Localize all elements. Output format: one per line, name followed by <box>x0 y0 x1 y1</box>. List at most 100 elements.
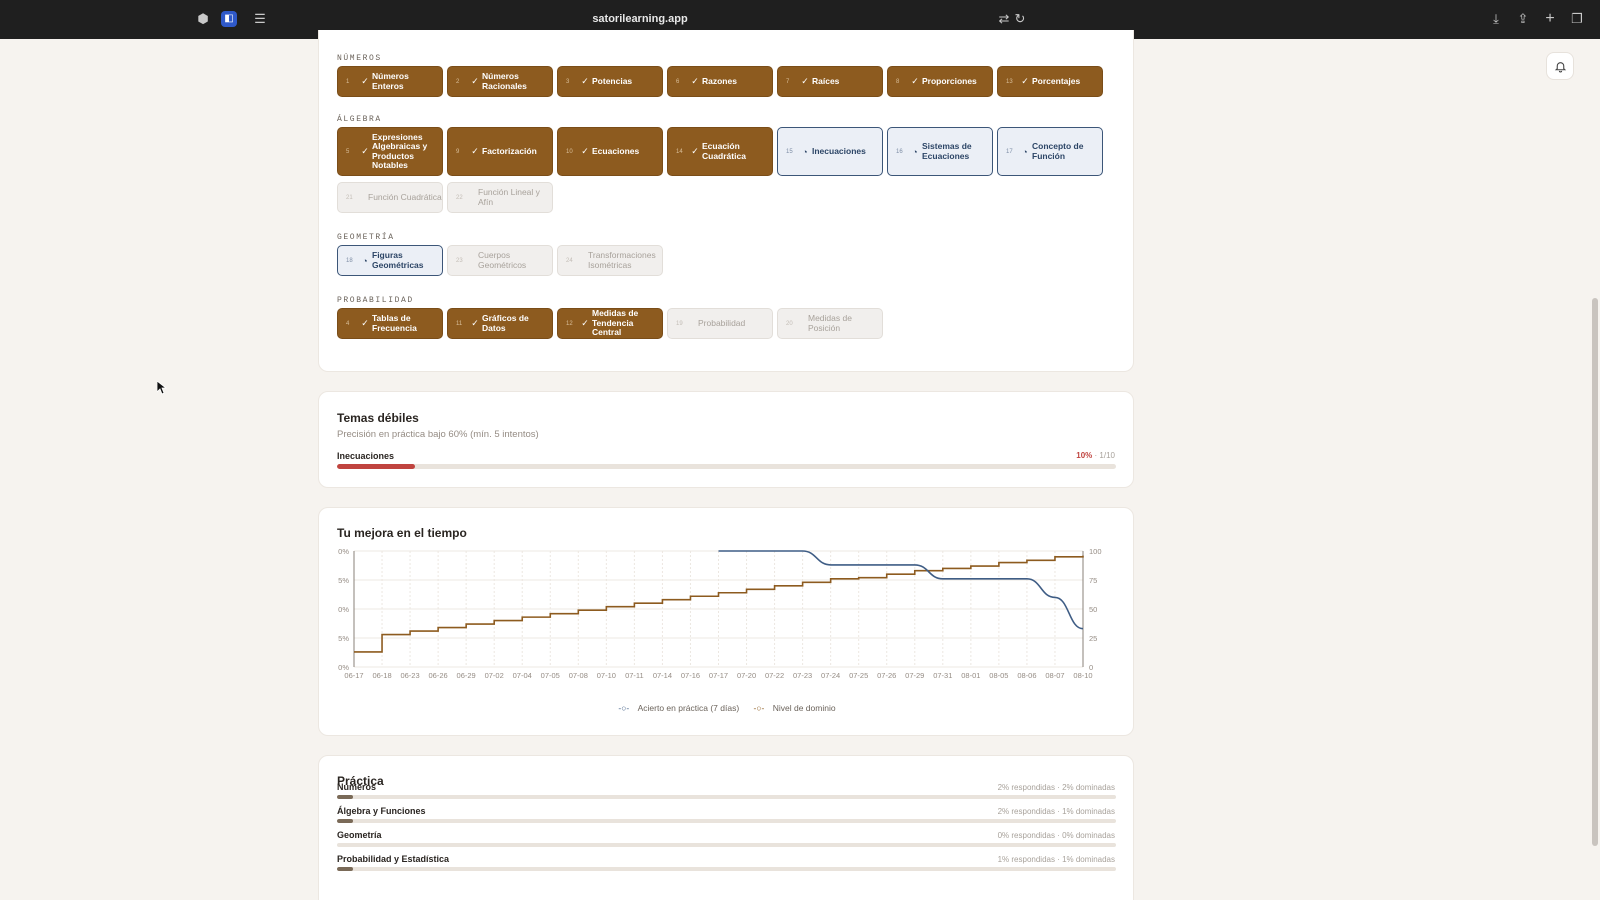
topic-chip-transformaciones-isometricas[interactable]: 24 Transformaciones Isométricas <box>557 245 663 276</box>
mouse-cursor-icon <box>157 381 167 395</box>
topic-chip-ecuacion-cuadratica[interactable]: 14 ✓ Ecuación Cuadrática <box>667 127 773 176</box>
weak-topic-bar <box>337 464 1116 469</box>
topic-chip-expresiones-algebraicas-y-productos-notables[interactable]: 5 ✓ Expresiones Algebraicas y Productos No… <box>337 127 443 176</box>
section-heading: PROBABILIDAD <box>337 296 414 305</box>
improvement-chart: 0%5%0%5%0%100755025006-17 06-18 06-23 06-26… <box>338 547 1101 680</box>
legend-marker-mastery: -○- <box>753 703 765 713</box>
topic-chip-raices[interactable]: 7 ✓ Raíces <box>777 66 883 97</box>
check-icon: ✓ <box>361 318 369 328</box>
practice-row-stat: 0% respondidas · 0% dominadas <box>997 831 1115 840</box>
check-icon: ✓ <box>471 318 479 328</box>
topic-label: Cuerpos Geométricos <box>478 250 527 270</box>
topic-chip-ecuaciones[interactable]: 10 ✓ Ecuaciones <box>557 127 663 176</box>
topic-chip-concepto-de-funcion[interactable]: 17 ◔ Concepto de Función <box>997 127 1103 176</box>
topic-label: Porcentajes <box>1032 75 1081 86</box>
y-right-tick-label: 50 <box>1089 605 1097 614</box>
topic-chip-numeros-racionales[interactable]: 2 ✓ Números Racionales <box>447 66 553 97</box>
check-icon: ✓ <box>581 146 589 156</box>
tab-overview-icon[interactable]: ☰ <box>252 11 268 27</box>
topic-number: 20 <box>786 320 793 327</box>
topic-chip-medidas-de-tendencia-central[interactable]: 12 ✓ Medidas de Tendencia Central <box>557 308 663 339</box>
topic-label: Función Lineal y Afín <box>478 187 540 207</box>
chart-legend: -○- Acierto en práctica (7 días) -○- Niv… <box>319 703 1135 713</box>
download-icon[interactable]: ⤓ <box>1488 11 1504 27</box>
curriculum-card: NÚMEROS 1 ✓ Números Enteros 2 ✓ Números Racion… <box>318 30 1134 372</box>
topic-chip-porcentajes[interactable]: 13 ✓ Porcentajes <box>997 66 1103 97</box>
topic-chip-figuras-geometricas[interactable]: 18 ◔ Figuras Geométricas <box>337 245 443 276</box>
topic-number: 10 <box>566 148 573 155</box>
topic-chip-factorizacion[interactable]: 9 ✓ Factorización <box>447 127 553 176</box>
x-tick-label: 07-04 <box>513 671 532 680</box>
topic-number: 5 <box>346 148 350 155</box>
section-heading: NÚMEROS <box>337 54 382 63</box>
notification-button[interactable] <box>1546 52 1574 80</box>
weak-topic-label: Inecuaciones <box>337 451 395 461</box>
practice-row-bar <box>337 843 1116 847</box>
topic-chip-cuerpos-geometricos[interactable]: 23 Cuerpos Geométricos <box>447 245 553 276</box>
practice-row-bar-fill <box>337 819 353 823</box>
x-tick-label: 07-29 <box>905 671 924 680</box>
check-icon: ✓ <box>471 76 479 86</box>
legend-item-accuracy[interactable]: -○- Acierto en práctica (7 días) <box>615 703 742 713</box>
topic-chip-inecuaciones[interactable]: 15 ◔ Inecuaciones <box>777 127 883 176</box>
topic-number: 11 <box>456 320 463 327</box>
topic-chip-probabilidad[interactable]: 19 Probabilidad <box>667 308 773 339</box>
topic-label: Números Enteros <box>372 71 409 91</box>
x-tick-label: 08-06 <box>1017 671 1036 680</box>
topic-number: 7 <box>786 78 790 85</box>
x-tick-label: 06-17 <box>344 671 363 680</box>
practice-row-bar-fill <box>337 795 353 799</box>
improvement-card: Tu mejora en el tiempo 0% 5% 0% 5% 0% 100 75 50… <box>318 507 1134 736</box>
topic-label: Potencias <box>592 75 633 86</box>
legend-item-mastery[interactable]: -○- Nivel de dominio <box>751 703 839 713</box>
topic-number: 2 <box>456 78 460 85</box>
weak-topics-subtitle: Precisión en práctica bajo 60% (mín. 5 i… <box>337 429 539 440</box>
x-tick-label: 07-08 <box>569 671 588 680</box>
page-scrollbar[interactable] <box>1592 298 1598 846</box>
topic-chip-razones[interactable]: 6 ✓ Razones <box>667 66 773 97</box>
topic-chip-sistemas-de-ecuaciones[interactable]: 16 ◔ Sistemas de Ecuaciones <box>887 127 993 176</box>
topic-number: 22 <box>456 194 463 201</box>
topic-number: 15 <box>786 148 793 155</box>
check-icon: ✓ <box>691 146 699 156</box>
topic-chip-potencias[interactable]: 3 ✓ Potencias <box>557 66 663 97</box>
topic-chip-tablas-de-frecuencia[interactable]: 4 ✓ Tablas de Frecuencia <box>337 308 443 339</box>
tabs-icon[interactable]: ❐ <box>1569 11 1585 27</box>
x-tick-label: 08-10 <box>1073 671 1092 680</box>
topic-chip-funcion-lineal-y-afin[interactable]: 22 Función Lineal y Afín <box>447 182 553 213</box>
share-icon[interactable]: ⇪ <box>1515 11 1531 27</box>
topic-number: 19 <box>676 320 683 327</box>
x-tick-label: 07-23 <box>793 671 812 680</box>
topic-chip-graficos-de-datos[interactable]: 11 ✓ Gráficos de Datos <box>447 308 553 339</box>
topic-chip-numeros-enteros[interactable]: 1 ✓ Números Enteros <box>337 66 443 97</box>
shield-extension-icon[interactable]: ◧ <box>221 11 237 27</box>
address-bar[interactable]: satorilearning.app <box>540 11 740 27</box>
legend-marker-accuracy: -○- <box>618 703 630 713</box>
topic-number: 12 <box>566 320 573 327</box>
topic-number: 4 <box>346 320 350 327</box>
new-tab-icon[interactable]: + <box>1542 11 1558 27</box>
topic-chip-funcion-cuadratica[interactable]: 21 Función Cuadrática <box>337 182 443 213</box>
check-icon: ✓ <box>361 76 369 86</box>
topic-label: Gráficos de Datos <box>482 313 529 333</box>
topic-chip-medidas-de-posicion[interactable]: 20 Medidas de Posición <box>777 308 883 339</box>
extension-icon[interactable]: ⬢ <box>195 11 211 27</box>
topic-number: 24 <box>566 257 573 264</box>
weak-topic-bar-fill <box>337 464 415 469</box>
section-heading: ÁLGEBRA <box>337 115 382 124</box>
reload-icon[interactable]: ↻ <box>1012 11 1028 27</box>
weak-topic-count: · 1/10 <box>1094 451 1115 460</box>
translate-icon[interactable]: ⇄ <box>996 11 1012 27</box>
topic-label: Proporciones <box>922 75 977 86</box>
topic-label: Raíces <box>812 75 840 86</box>
topic-label: Figuras Geométricas <box>372 250 424 270</box>
practice-card: Práctica Números 2% respondidas · 2% domi… <box>318 755 1134 900</box>
x-tick-label: 07-24 <box>821 671 840 680</box>
topic-number: 6 <box>676 78 680 85</box>
x-tick-label: 06-18 <box>372 671 391 680</box>
y-right-tick-label: 75 <box>1089 576 1097 585</box>
topic-label: Medidas de Tendencia Central <box>592 308 639 338</box>
topic-chip-proporciones[interactable]: 8 ✓ Proporciones <box>887 66 993 97</box>
practice-row-label: Probabilidad y Estadística <box>337 854 450 864</box>
x-tick-label: 07-17 <box>709 671 728 680</box>
